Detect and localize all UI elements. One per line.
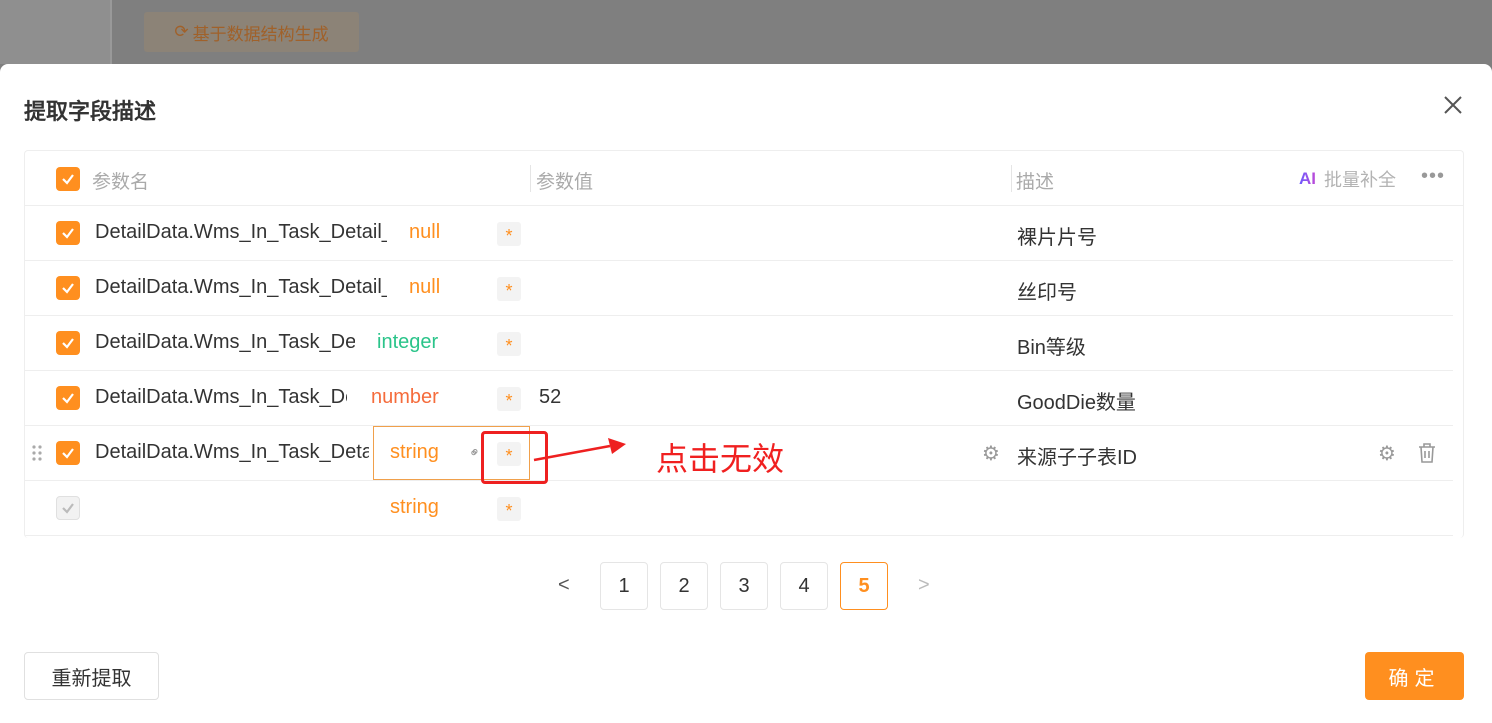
select-all-checkbox[interactable] — [56, 167, 80, 191]
table-row: DetailData.Wms_In_Task_Detail_ null * 丝印… — [25, 261, 1453, 316]
description-cell[interactable]: 裸片片号 — [1017, 221, 1097, 250]
pagination: < 1 2 3 4 5 > — [0, 562, 1492, 610]
close-icon[interactable] — [1440, 92, 1466, 118]
type-selector[interactable]: string — [390, 496, 439, 519]
drag-handle-icon[interactable] — [31, 444, 43, 462]
table-header: 参数名 参数值 描述 AI 批量补全 ••• — [25, 151, 1463, 206]
description-cell[interactable]: GoodDie数量 — [1017, 386, 1136, 415]
check-icon — [62, 448, 74, 459]
param-name: DetailData.Wms_In_Task_Deta — [95, 441, 369, 463]
annotation-arrow-icon — [533, 438, 626, 462]
background-sidebar — [0, 0, 112, 64]
description-cell[interactable]: 来源子子表ID — [1017, 441, 1137, 470]
trash-icon[interactable] — [1417, 442, 1437, 464]
check-icon — [62, 393, 74, 404]
check-icon — [62, 503, 74, 514]
gear-icon[interactable]: ⚙ — [982, 441, 1000, 466]
description-cell[interactable]: Bin等级 — [1017, 331, 1086, 360]
ai-logo-icon: AI — [1299, 169, 1316, 188]
row-checkbox[interactable] — [56, 221, 80, 245]
refresh-icon: ⟳ — [174, 22, 189, 41]
param-name: DetailData.Wms_In_Task_Det — [95, 331, 355, 353]
extract-field-description-modal: 提取字段描述 参数名 参数值 描述 AI 批量补全 ••• DetailData… — [0, 64, 1492, 723]
ai-batch-complete-button[interactable]: AI 批量补全 — [1299, 166, 1396, 192]
column-divider — [1011, 165, 1012, 192]
page-button-2[interactable]: 2 — [660, 562, 708, 610]
confirm-button[interactable]: 确定 — [1365, 652, 1464, 700]
page-button-1[interactable]: 1 — [600, 562, 648, 610]
required-star-button[interactable]: * — [497, 497, 521, 521]
type-selector[interactable]: string — [390, 441, 439, 464]
param-name: DetailData.Wms_In_Task_De — [95, 386, 347, 408]
type-selector[interactable]: null — [409, 276, 440, 299]
param-name: DetailData.Wms_In_Task_Detail_ — [95, 276, 387, 298]
table-row: DetailData.Wms_In_Task_Det integer * Bin… — [25, 316, 1453, 371]
header-description: 描述 — [1016, 172, 1055, 193]
page-button-5[interactable]: 5 — [840, 562, 888, 610]
row-checkbox[interactable] — [56, 331, 80, 355]
ai-batch-label: 批量补全 — [1324, 170, 1396, 190]
row-checkbox[interactable] — [56, 441, 80, 465]
table-row: DetailData.Wms_In_Task_Detail_ null * 裸片… — [25, 206, 1453, 261]
page-button-3[interactable]: 3 — [720, 562, 768, 610]
check-icon — [62, 228, 74, 239]
reextract-button[interactable]: 重新提取 — [24, 652, 159, 700]
column-divider — [530, 165, 531, 192]
page-button-4[interactable]: 4 — [780, 562, 828, 610]
header-param-name: 参数名 — [92, 172, 150, 193]
more-icon[interactable]: ••• — [1421, 166, 1445, 186]
generate-button-label: 基于数据结构生成 — [192, 24, 329, 44]
required-star-button[interactable]: * — [497, 332, 521, 356]
check-icon — [62, 283, 74, 294]
row-checkbox[interactable] — [56, 276, 80, 300]
table-row: string * — [25, 481, 1453, 536]
gear-icon[interactable]: ⚙ — [1378, 441, 1396, 466]
type-selector[interactable]: null — [409, 221, 440, 244]
modal-title: 提取字段描述 — [24, 99, 157, 124]
prev-page-button[interactable]: < — [558, 574, 570, 597]
param-value[interactable]: 52 — [539, 386, 561, 409]
check-icon — [62, 174, 74, 185]
row-checkbox-disabled — [56, 496, 80, 520]
required-star-button[interactable]: * — [497, 387, 521, 411]
header-param-value: 参数值 — [536, 172, 594, 193]
required-star-button[interactable]: * — [497, 222, 521, 246]
next-page-button[interactable]: > — [918, 574, 930, 597]
description-cell[interactable]: 丝印号 — [1017, 276, 1077, 305]
generate-from-structure-button: ⟳ 基于数据结构生成 — [144, 12, 359, 52]
required-star-button[interactable]: * — [497, 277, 521, 301]
param-name: DetailData.Wms_In_Task_Detail_ — [95, 221, 387, 243]
table-row: DetailData.Wms_In_Task_De number * 52 Go… — [25, 371, 1453, 426]
type-selector[interactable]: integer — [377, 331, 438, 354]
row-checkbox[interactable] — [56, 386, 80, 410]
check-icon — [62, 338, 74, 349]
type-selector[interactable]: number — [371, 386, 439, 409]
annotation-text: 点击无效 — [656, 441, 785, 477]
